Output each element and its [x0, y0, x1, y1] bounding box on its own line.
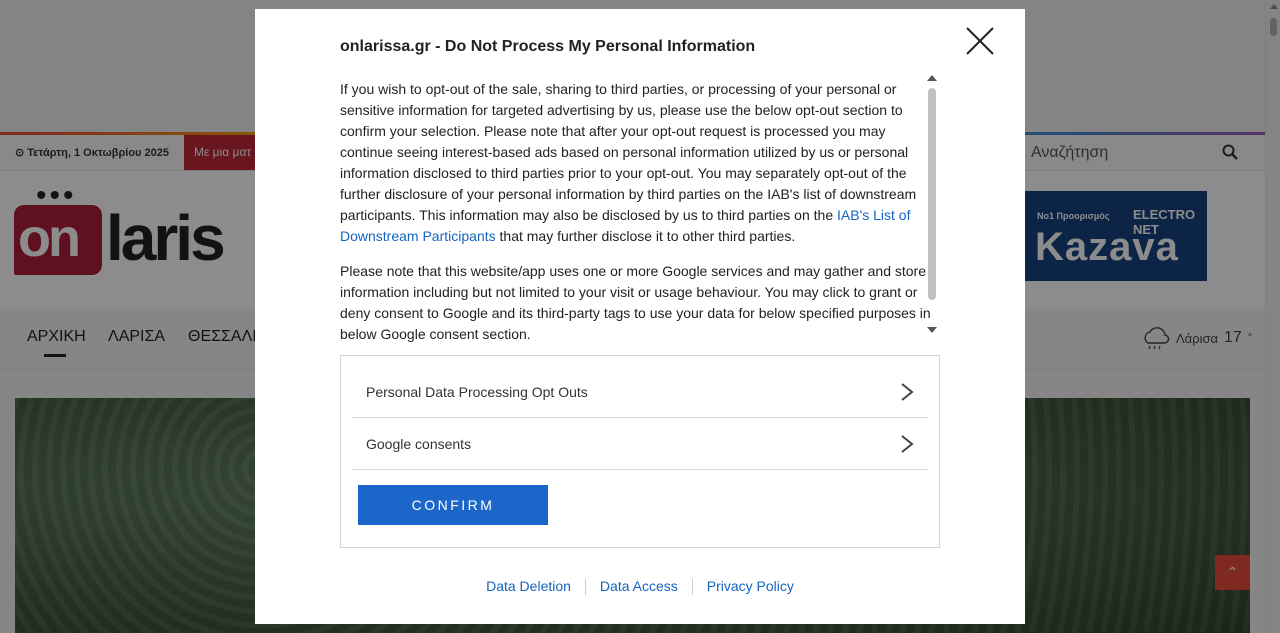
- modal-description: If you wish to opt-out of the sale, shar…: [340, 79, 940, 344]
- privacy-modal: onlarissa.gr - Do Not Process My Persona…: [255, 9, 1025, 624]
- chevron-right-icon: [901, 435, 914, 453]
- option-google-consents[interactable]: Google consents: [351, 418, 929, 470]
- paragraph-1-text: If you wish to opt-out of the sale, shar…: [340, 81, 917, 223]
- option-personal-data-opt-outs[interactable]: Personal Data Processing Opt Outs: [351, 366, 929, 418]
- description-paragraph-2: Please note that this website/app uses o…: [340, 263, 931, 342]
- description-scroll-thumb[interactable]: [928, 88, 936, 300]
- option-label: Google consents: [366, 436, 472, 452]
- option-label: Personal Data Processing Opt Outs: [366, 384, 588, 400]
- paragraph-1-text-end: that may further disclose it to other th…: [495, 228, 796, 244]
- chevron-right-icon: [901, 383, 914, 401]
- privacy-policy-link[interactable]: Privacy Policy: [693, 578, 808, 594]
- scroll-up-icon[interactable]: [927, 75, 937, 81]
- scroll-down-icon[interactable]: [927, 327, 937, 333]
- data-access-link[interactable]: Data Access: [586, 578, 692, 594]
- footer-links: Data Deletion Data Access Privacy Policy: [255, 578, 1025, 596]
- consent-options: Personal Data Processing Opt Outs Google…: [340, 355, 940, 548]
- data-deletion-link[interactable]: Data Deletion: [472, 578, 585, 594]
- modal-title: onlarissa.gr - Do Not Process My Persona…: [340, 38, 756, 55]
- close-icon[interactable]: [964, 25, 996, 57]
- description-scrollbar[interactable]: [925, 73, 939, 337]
- description-paragraph-1: If you wish to opt-out of the sale, shar…: [340, 79, 940, 247]
- confirm-button[interactable]: CONFIRM: [358, 485, 548, 525]
